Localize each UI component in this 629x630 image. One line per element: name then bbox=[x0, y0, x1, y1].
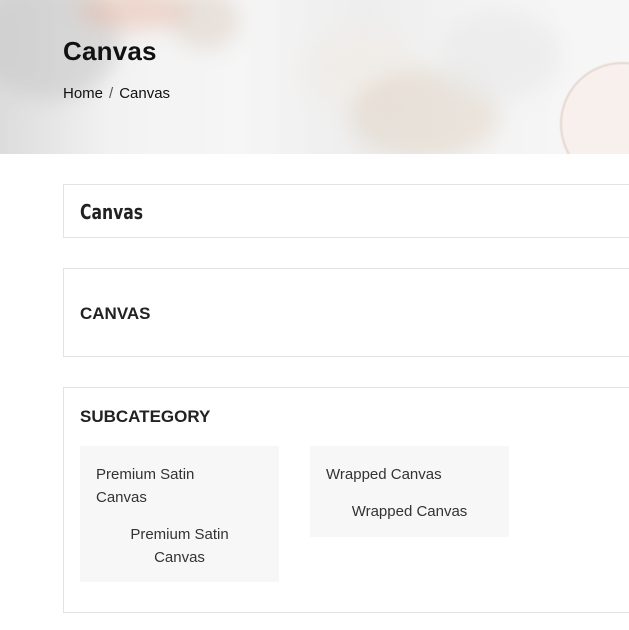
subcategory-section: SUBCATEGORY Premium Satin Canvas Premium… bbox=[63, 387, 629, 613]
banner-overlay bbox=[0, 0, 629, 154]
subcategory-link[interactable]: Premium Satin Canvas bbox=[96, 463, 246, 509]
breadcrumb-separator: / bbox=[109, 85, 114, 102]
subcategory-heading: SUBCATEGORY bbox=[80, 407, 211, 426]
page-title: Canvas bbox=[63, 36, 157, 66]
subcategory-card-premium-satin-canvas[interactable]: Premium Satin Canvas Premium Satin Canva… bbox=[80, 446, 279, 582]
subcategory-label[interactable]: Premium Satin Canvas bbox=[80, 523, 279, 569]
subcategory-link[interactable]: Wrapped Canvas bbox=[326, 463, 476, 486]
breadcrumb-current: Canvas bbox=[119, 85, 171, 102]
subcategory-label[interactable]: Wrapped Canvas bbox=[310, 500, 509, 523]
category-title-box: Canvas bbox=[63, 184, 629, 238]
canvas-heading-box: CANVAS bbox=[63, 268, 629, 357]
subcategory-card-wrapped-canvas[interactable]: Wrapped Canvas Wrapped Canvas bbox=[310, 446, 509, 537]
breadcrumb-home-link[interactable]: Home bbox=[63, 85, 103, 102]
category-title: Canvas bbox=[80, 200, 144, 224]
breadcrumb: Home / Canvas bbox=[63, 85, 170, 102]
page-header-banner: Canvas Home / Canvas bbox=[0, 0, 629, 154]
canvas-heading: CANVAS bbox=[80, 304, 151, 323]
